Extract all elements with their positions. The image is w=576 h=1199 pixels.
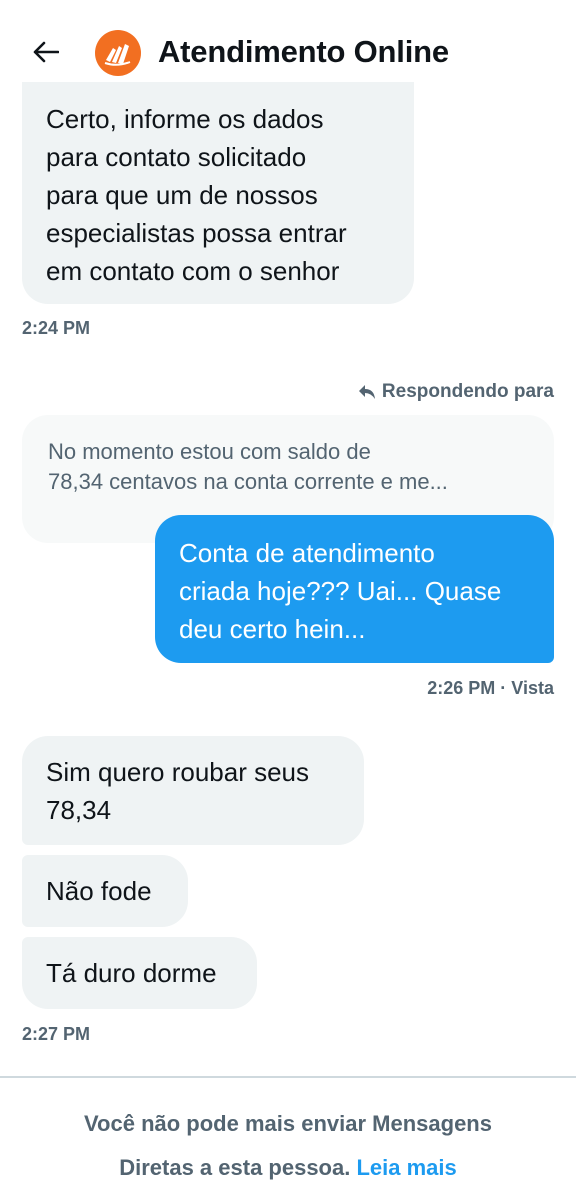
quoted-line: 78,34 centavos na conta corrente e me... xyxy=(48,469,448,494)
message-line: Conta de atendimento xyxy=(179,538,435,568)
quoted-line: No momento estou com saldo de xyxy=(48,439,371,464)
divider xyxy=(0,1076,576,1078)
dm-conversation-screen: Atendimento Online Certo, informe os dad… xyxy=(0,0,576,1199)
message-line: Sim quero roubar seus xyxy=(46,757,310,787)
message-timestamp: 2:24 PM xyxy=(22,318,91,338)
incoming-message[interactable]: Tá duro dorme xyxy=(22,937,257,1009)
reply-context-label: Respondendo para xyxy=(358,381,554,403)
blocked-notice-line1: Você não pode mais enviar Mensagens xyxy=(84,1111,492,1136)
outgoing-message[interactable]: Conta de atendimento criada hoje??? Uai.… xyxy=(155,515,554,663)
message-line: para que um de nossos xyxy=(46,180,318,210)
reply-icon xyxy=(358,385,375,399)
message-line: Certo, informe os dados xyxy=(46,104,324,134)
message-line: deu certo hein... xyxy=(179,614,366,644)
incoming-message[interactable]: Certo, informe os dados para contato sol… xyxy=(22,82,414,304)
back-arrow-icon xyxy=(33,41,59,63)
blocked-notice-line2: Diretas a esta pessoa. Leia mais xyxy=(0,1146,576,1190)
blocked-notice-text: Diretas a esta pessoa. xyxy=(119,1155,351,1180)
message-line: em contato com o senhor xyxy=(46,256,340,286)
incoming-message[interactable]: Sim quero roubar seus 78,34 xyxy=(22,736,364,845)
incoming-message[interactable]: Não fode xyxy=(22,855,188,927)
conversation-title: Atendimento Online xyxy=(158,34,449,69)
avatar[interactable] xyxy=(95,30,141,76)
message-line: 78,34 xyxy=(46,795,112,825)
message-line: Não fode xyxy=(46,876,152,906)
message-timestamp: 2:27 PM xyxy=(22,1024,91,1044)
conversation-header: Atendimento Online xyxy=(0,0,576,95)
message-line: criada hoje??? Uai... Quase xyxy=(179,576,502,606)
blocked-notice: Você não pode mais enviar Mensagens Dire… xyxy=(0,1102,576,1190)
reply-label-text: Respondendo para xyxy=(381,381,554,402)
learn-more-link[interactable]: Leia mais xyxy=(356,1155,456,1180)
message-line: Tá duro dorme xyxy=(46,958,217,988)
message-line: especialistas possa entrar xyxy=(46,218,347,248)
back-button[interactable] xyxy=(28,34,64,70)
logo-icon xyxy=(104,44,131,66)
message-line: para contato solicitado xyxy=(46,142,307,172)
message-timestamp-seen: 2:26 PM · Vista xyxy=(427,678,554,698)
